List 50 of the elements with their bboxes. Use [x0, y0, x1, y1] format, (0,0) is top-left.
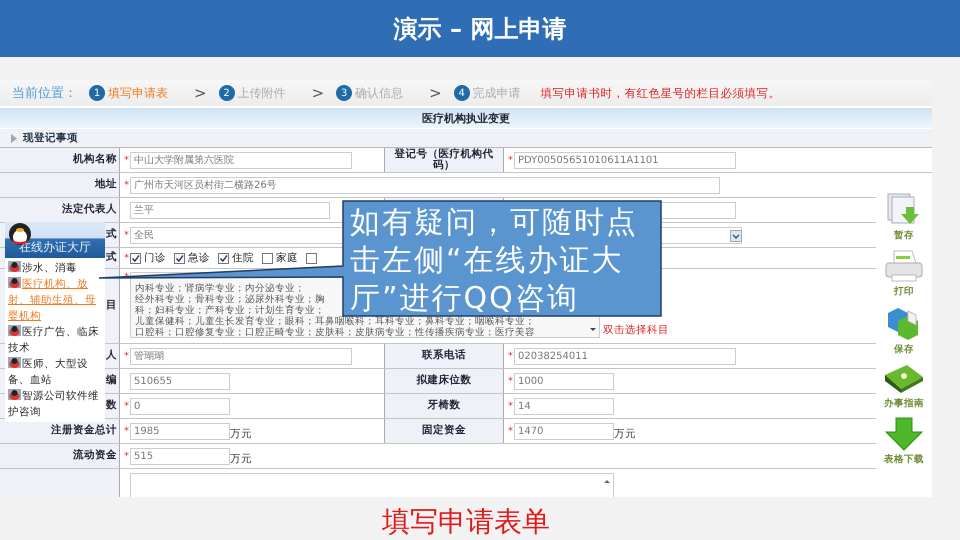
checkbox-label: 住院 — [232, 251, 254, 265]
field-label: 地址 — [95, 179, 117, 190]
field-label: 机构名称 — [73, 154, 117, 166]
field-label: 目 — [106, 300, 117, 312]
required-mark: * — [124, 400, 130, 412]
field-label: 式 — [106, 252, 117, 264]
unit-label: 万元 — [230, 427, 252, 441]
required-mark: * — [508, 400, 514, 412]
slide-caption: 填写申请表单 — [381, 504, 551, 540]
required-mark: * — [124, 154, 130, 166]
field-label: 数 — [106, 400, 117, 412]
hint-text: 双击选择科目 — [603, 323, 669, 337]
field-label: 牙椅数 — [428, 400, 460, 412]
unit-label: 万元 — [614, 427, 636, 441]
field-label: 登记号（医疗机构代码） — [394, 148, 494, 172]
step-number: 1 — [89, 85, 105, 101]
field-label: 法定代表人 — [62, 204, 117, 216]
required-mark: * — [508, 376, 514, 386]
field-label: 编 — [106, 375, 117, 386]
chevron: > — [312, 84, 324, 102]
required-mark: * — [124, 252, 130, 264]
field-label: 拟建床位数 — [416, 375, 472, 386]
required-mark: * — [124, 350, 130, 362]
checkbox-label: 急诊 — [188, 251, 210, 265]
required-mark: * — [124, 450, 130, 462]
required-mark: * — [124, 180, 130, 190]
step-number: 2 — [218, 85, 235, 101]
step-number: 3 — [336, 85, 352, 101]
chevron: > — [194, 84, 207, 102]
field-label: 流动资金 — [73, 450, 117, 462]
required-mark: * — [124, 426, 130, 436]
field-label: 式 — [106, 229, 117, 240]
required-note: 填写申请书时，有红色星号的栏目必须填写。 — [540, 86, 781, 100]
section-title: 现登记事项 — [23, 131, 78, 145]
location-label: 当前位置： — [12, 85, 77, 102]
required-mark: * — [508, 426, 514, 436]
required-mark: * — [124, 230, 130, 240]
checkbox-label: 门诊 — [144, 251, 166, 265]
field-label: 人 — [106, 350, 117, 362]
field-label: 固定资金 — [422, 425, 466, 436]
checkbox-label: 家庭 — [276, 251, 298, 265]
chevron: > — [429, 84, 442, 102]
field-label: 联系电话 — [422, 350, 466, 362]
slide-title: 演示 – 网上申请 — [394, 14, 566, 44]
required-mark: * — [508, 350, 514, 362]
field-label: 注册资金总计 — [51, 425, 117, 436]
unit-label: 万元 — [230, 452, 252, 466]
step-number: 4 — [454, 85, 470, 101]
form-title: 医疗机构执业变更 — [422, 110, 510, 126]
required-mark: * — [508, 154, 514, 166]
